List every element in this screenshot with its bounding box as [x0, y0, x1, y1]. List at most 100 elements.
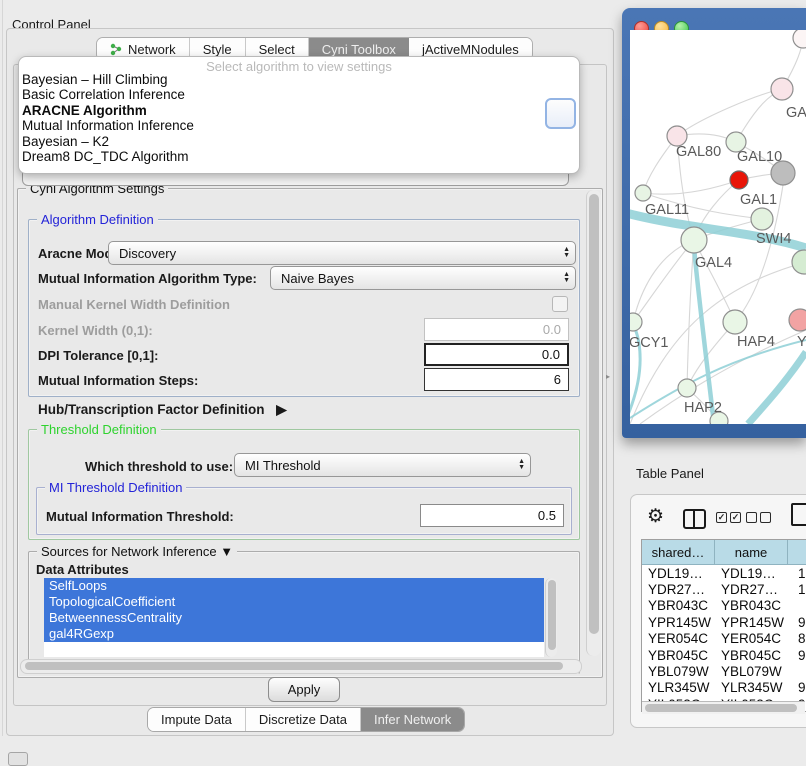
network-node[interactable]: [635, 185, 651, 201]
table-cell: YBL079W: [642, 663, 715, 679]
settings-vertical-scrollbar[interactable]: [586, 190, 601, 656]
network-node-label: Y: [797, 334, 806, 350]
network-node[interactable]: [678, 379, 696, 397]
network-node-label: GAL10: [737, 149, 782, 165]
network-node[interactable]: [630, 313, 642, 331]
table-cell: YPR145W: [642, 614, 715, 630]
bottom-tabbar: Impute Data Discretize Data Infer Networ…: [147, 707, 465, 732]
network-node[interactable]: [730, 171, 748, 189]
table-cell: YBR045C: [715, 647, 788, 663]
column-header[interactable]: A: [788, 540, 806, 565]
settings-horizontal-scrollbar[interactable]: [20, 659, 582, 674]
combo-focus-button[interactable]: [545, 98, 576, 129]
network-node[interactable]: [793, 30, 806, 48]
network-node-label: HAP4: [737, 334, 775, 350]
field-value: 0.0: [542, 347, 560, 362]
attributes-scrollbar[interactable]: [545, 578, 557, 657]
mi-steps-field[interactable]: 6: [424, 368, 569, 391]
table-row[interactable]: YDL19…YDL19…13: [642, 565, 806, 581]
algorithm-option[interactable]: Bayesian – Hill Climbing: [21, 72, 577, 87]
table-cell: YER054C: [642, 631, 715, 647]
table-row[interactable]: YBR045CYBR045C9.: [642, 647, 806, 663]
tab-impute-data[interactable]: Impute Data: [148, 708, 246, 731]
data-attributes-list: SelfLoopsTopologicalCoefficientBetweenne…: [44, 578, 544, 657]
attribute-list-item[interactable]: TopologicalCoefficient: [44, 594, 544, 610]
network-node[interactable]: [723, 310, 747, 334]
network-node-label: SWI4: [756, 231, 791, 247]
document-icon[interactable]: [791, 503, 806, 526]
network-node[interactable]: [792, 250, 806, 274]
chevron-right-icon: ▶: [276, 402, 286, 417]
table-body: YDL19…YDL19…13YDR27…YDR27…12YBR043CYBR04…: [642, 565, 806, 711]
table-row[interactable]: YBR043CYBR043C: [642, 598, 806, 614]
tab-infer-network[interactable]: Infer Network: [361, 708, 464, 731]
table-horizontal-scrollbar[interactable]: [642, 701, 805, 714]
network-canvas[interactable]: GALGAL80GAL10GAL11GAL1SWI4GAL4GCY1HAP4YH…: [630, 30, 806, 424]
which-threshold-combo[interactable]: MI Threshold ▲▼: [234, 453, 531, 477]
table-panel: ⚙ ✓ ✓ shared… name A YDL19…YDL19…13YDR27…: [630, 494, 806, 728]
dpi-tolerance-field[interactable]: 0.0: [424, 343, 569, 366]
algorithm-option[interactable]: Mutual Information Inference: [21, 118, 577, 133]
chevron-down-icon[interactable]: ▼: [220, 544, 233, 559]
deselect-all-checkbox-icon[interactable]: [746, 512, 757, 523]
deselect-all-checkbox-icon[interactable]: [760, 512, 771, 523]
aracne-mode-combo[interactable]: Discovery ▲▼: [108, 241, 576, 265]
attribute-list-item[interactable]: BetweennessCentrality: [44, 610, 544, 626]
network-node-label: GAL1: [740, 192, 777, 208]
network-node[interactable]: [667, 126, 687, 146]
tab-discretize-data[interactable]: Discretize Data: [246, 708, 361, 731]
algorithm-option[interactable]: Basic Correlation Inference: [21, 87, 577, 102]
gear-icon[interactable]: ⚙: [647, 505, 664, 528]
attribute-list-item[interactable]: SelfLoops: [44, 578, 544, 594]
tab-label: Style: [203, 42, 232, 57]
attribute-list-item[interactable]: gal4RGexp: [44, 626, 544, 642]
algorithm-option[interactable]: Dream8 DC_TDC Algorithm: [21, 149, 577, 164]
table-cell: YBL079W: [715, 663, 788, 679]
network-node-label: GAL: [786, 105, 806, 121]
column-header[interactable]: name: [715, 540, 788, 565]
algorithm-option[interactable]: ARACNE Algorithm: [21, 103, 577, 118]
table-row[interactable]: YBL079WYBL079W: [642, 663, 806, 679]
select-all-checkbox-icon[interactable]: ✓: [730, 512, 741, 523]
tab-label: Infer Network: [374, 712, 451, 727]
manual-kernel-checkbox[interactable]: [552, 296, 568, 312]
algorithm-option[interactable]: Bayesian – K2: [21, 134, 577, 149]
network-graph: GALGAL80GAL10GAL11GAL1SWI4GAL4GCY1HAP4YH…: [630, 30, 806, 424]
hub-definition-toggle[interactable]: Hub/Transcription Factor Definition ▶: [38, 402, 287, 418]
mi-steps-label: Mutual Information Steps:: [38, 373, 198, 388]
select-all-checkbox-icon[interactable]: ✓: [716, 512, 727, 523]
network-node[interactable]: [681, 227, 707, 253]
algorithm-list: Bayesian – Hill ClimbingBasic Correlatio…: [21, 72, 577, 164]
mi-threshold-label: Mutual Information Threshold:: [46, 509, 234, 524]
apply-button[interactable]: Apply: [268, 677, 340, 702]
network-node[interactable]: [789, 309, 806, 331]
split-columns-icon[interactable]: [683, 509, 706, 529]
column-header[interactable]: shared…: [642, 540, 715, 565]
network-node[interactable]: [771, 78, 793, 100]
group-title: MI Threshold Definition: [45, 480, 186, 495]
table-row[interactable]: YDR27…YDR27…12: [642, 581, 806, 597]
table-cell: YDR27…: [642, 581, 715, 597]
field-value: 0.0: [543, 322, 561, 337]
field-value: 6: [554, 372, 561, 387]
dpi-tolerance-label: DPI Tolerance [0,1]:: [38, 348, 158, 363]
table-row[interactable]: YER054CYER054C8.: [642, 631, 806, 647]
table-cell: YPR145W: [715, 614, 788, 630]
table-cell: YDL19…: [715, 565, 788, 581]
mi-threshold-field[interactable]: 0.5: [420, 504, 564, 527]
corner-mini-button[interactable]: [8, 752, 28, 766]
table-row[interactable]: YLR345WYLR345W9.: [642, 680, 806, 696]
tab-label: Network: [128, 42, 176, 57]
table-cell: 9.: [788, 680, 806, 696]
table-row[interactable]: YPR145WYPR145W9.: [642, 614, 806, 630]
mi-type-combo[interactable]: Naive Bayes ▲▼: [270, 266, 576, 290]
table-cell: YBR045C: [642, 647, 715, 663]
table-cell: 9.: [788, 647, 806, 663]
tab-label: jActiveMNodules: [422, 42, 519, 57]
kernel-width-field[interactable]: 0.0: [424, 318, 569, 341]
table-cell: 13: [788, 565, 806, 581]
panel-splitter-handle[interactable]: ▸: [606, 372, 610, 381]
control-panel-titlebar: Control Panel ✖: [4, 6, 608, 28]
network-node-label: GAL80: [676, 144, 721, 160]
network-node[interactable]: [751, 208, 773, 230]
